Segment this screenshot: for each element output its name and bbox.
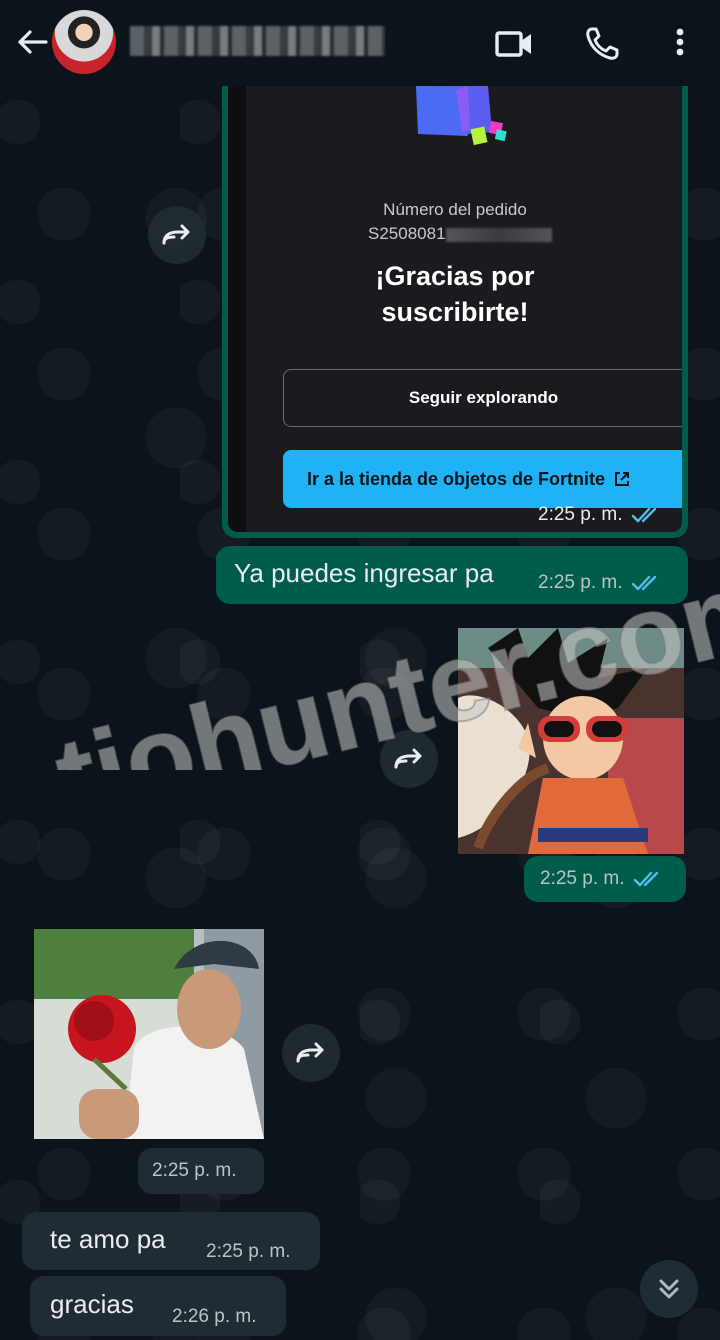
double-check-icon [633,871,658,887]
order-number-label: Número del pedido [383,200,527,219]
message-bubble-outgoing[interactable]: Número del pedido S2508081 ¡Gracias por … [222,86,688,538]
message-meta-bubble: 2:25 p. m. [524,856,686,902]
message-time: 2:25 p. m. [206,1241,291,1262]
goku-image[interactable] [458,628,684,854]
fortnite-store-label: Ir a la tienda de objetos de Fortnite [307,468,606,489]
selfie-photo [34,929,264,1139]
forward-icon [296,1042,324,1063]
message-meta: 2:25 p. m. [538,572,661,594]
selfie-with-rose-image[interactable] [34,929,264,1139]
more-vert-icon[interactable] [660,22,704,66]
double-check-icon [631,507,656,523]
shopping-bag-icon [416,86,507,146]
message-time: 2:25 p. m. [538,504,623,525]
message-time: 2:26 p. m. [172,1306,257,1327]
purchase-confirmation-image[interactable]: Número del pedido S2508081 ¡Gracias por … [228,86,682,532]
double-chevron-down-icon [659,1279,679,1299]
fortnite-store-button[interactable]: Ir a la tienda de objetos de Fortnite [283,450,682,508]
external-link-icon [615,472,630,486]
forward-button[interactable] [380,730,438,788]
order-number-value: S2508081 [368,224,446,243]
message-bubble-incoming[interactable]: te amo pa 2:25 p. m. [22,1212,320,1270]
message-meta: 2:25 p. m. [540,868,663,890]
message-meta: 2:25 p. m. [538,504,702,526]
message-text: Ya puedes ingresar pa [234,558,494,588]
message-text: te amo pa [50,1224,166,1254]
scroll-to-bottom-button[interactable] [640,1260,698,1318]
message-time: 2:25 p. m. [538,572,623,593]
message-bubble-incoming[interactable]: gracias 2:26 p. m. [30,1276,286,1336]
contact-name[interactable] [130,26,385,56]
forward-icon [394,748,422,769]
video-call-icon[interactable] [492,22,536,66]
message-time: 2:25 p. m. [152,1160,237,1181]
goku-illustration [458,628,684,854]
continue-exploring-button[interactable]: Seguir explorando [283,369,682,427]
phone-icon[interactable] [580,22,624,66]
forward-button[interactable] [148,206,206,264]
forward-button[interactable] [282,1024,340,1082]
avatar[interactable] [52,10,116,74]
arrow-left-icon[interactable] [12,22,52,62]
message-time: 2:25 p. m. [540,868,625,889]
message-bubble-outgoing[interactable]: Ya puedes ingresar pa 2:25 p. m. [216,546,688,604]
thanks-heading: ¡Gracias por suscribirte! [375,261,535,327]
double-check-icon [631,575,656,591]
order-number-blur [446,228,552,242]
forward-icon [162,224,190,245]
message-text: gracias [50,1289,134,1319]
message-meta-bubble: 2:25 p. m. [138,1148,264,1194]
chat-header [0,0,720,86]
